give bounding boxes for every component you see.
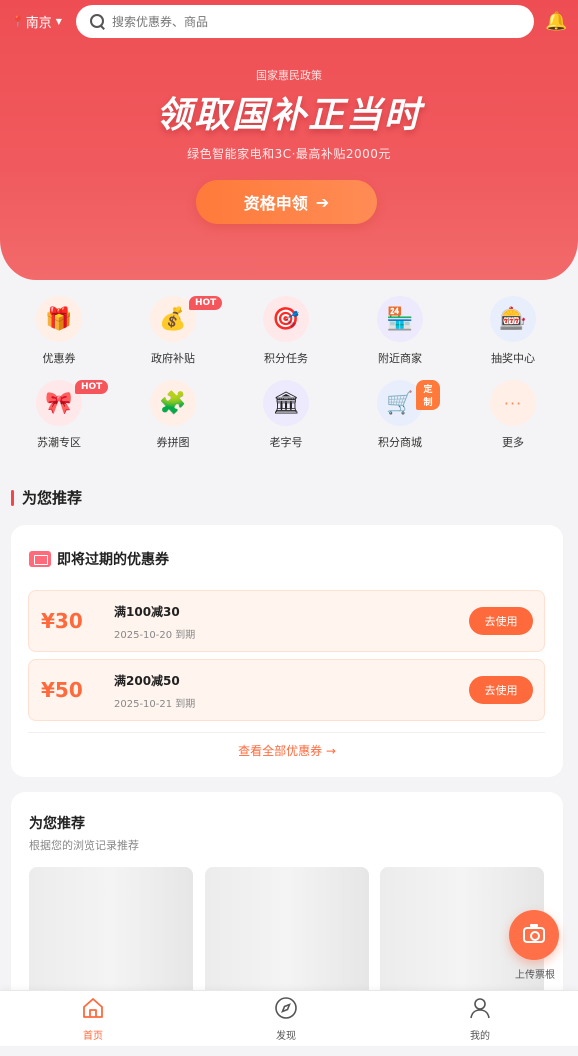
grid-item-label: 附近商家 bbox=[378, 352, 422, 365]
search-input[interactable] bbox=[112, 14, 492, 29]
badge-tag: HOT bbox=[189, 296, 223, 310]
recommend-title: 为您推荐 bbox=[29, 816, 85, 832]
grid-item[interactable]: 💰 政府补贴 HOT bbox=[133, 296, 223, 366]
coupon-condition: 满200减50 bbox=[114, 674, 180, 688]
section-title: 为您推荐 bbox=[11, 487, 82, 508]
hero-description: 绿色智能家电和3C·最高补贴2000元 bbox=[187, 147, 391, 161]
grid-item-label: 政府补贴 bbox=[151, 352, 195, 365]
slot-machine-icon: 🎰 bbox=[490, 296, 536, 342]
upload-ticket-button[interactable] bbox=[509, 910, 559, 960]
bottom-tab-bar: 首页 发现 我的 bbox=[0, 990, 578, 1046]
grid-item[interactable]: ··· 更多 bbox=[473, 380, 553, 450]
grid-item[interactable]: 🛒 积分商城 定制 bbox=[360, 380, 440, 450]
use-coupon-button[interactable]: 去使用 bbox=[469, 607, 533, 635]
grid-item[interactable]: 🎁 优惠券 bbox=[19, 296, 99, 366]
hero-subtitle: 国家惠民政策 bbox=[256, 69, 322, 82]
badge-tag: 定制 bbox=[416, 380, 440, 410]
coupon-amount: ¥30 bbox=[41, 609, 83, 633]
expiring-coupons-title: 即将过期的优惠券 bbox=[57, 552, 169, 568]
home-icon bbox=[83, 998, 103, 1018]
grid-item-label: 积分任务 bbox=[264, 352, 308, 365]
classical-building-icon: 🏛 bbox=[263, 380, 309, 426]
search-bar[interactable] bbox=[76, 5, 534, 38]
grid-item-label: 券拼图 bbox=[156, 436, 190, 449]
recommend-card: 为您推荐 根据您的浏览记录推荐 bbox=[11, 792, 563, 1022]
hero-title: 领取国补正当时 bbox=[155, 95, 422, 136]
city-name: 南京 bbox=[25, 16, 52, 31]
divider bbox=[28, 732, 545, 733]
use-coupon-button[interactable]: 去使用 bbox=[469, 676, 533, 704]
view-all-coupons-link[interactable]: 查看全部优惠券 → bbox=[11, 742, 563, 759]
section-title-text: 为您推荐 bbox=[22, 489, 83, 507]
badge-tag: HOT bbox=[75, 380, 109, 394]
grid-item[interactable]: 🧩 券拼图 bbox=[133, 380, 213, 450]
coupon-condition: 满100减30 bbox=[114, 605, 180, 619]
tab-profile[interactable]: 我的 bbox=[440, 996, 520, 1042]
grid-item[interactable]: 🎰 抽奖中心 bbox=[473, 296, 553, 366]
apply-button[interactable]: 资格申领 ➔ bbox=[196, 180, 377, 224]
grid-item-label: 更多 bbox=[502, 436, 524, 449]
tab-discover[interactable]: 发现 bbox=[246, 996, 326, 1042]
arrow-right-icon: ➔ bbox=[315, 192, 330, 212]
compass-icon bbox=[275, 997, 297, 1019]
coupon-expiry: 2025-10-20 到期 bbox=[114, 630, 196, 641]
expiring-coupons-header: 即将过期的优惠券 bbox=[29, 549, 169, 569]
top-bar: 📍 南京 ▼ 🔔 bbox=[0, 5, 578, 39]
grid-item-label: 积分商城 bbox=[378, 436, 422, 449]
page: 📍 南京 ▼ 🔔 国家惠民政策 领取国补正当时 绿色智能家电和3C·最高补贴20… bbox=[0, 0, 578, 1056]
grid-item-label: 苏潮专区 bbox=[37, 436, 81, 449]
grid-item-label: 抽奖中心 bbox=[491, 352, 535, 365]
tab-home-label: 首页 bbox=[83, 1031, 103, 1042]
section-accent-bar bbox=[11, 489, 14, 506]
ticket-icon bbox=[29, 551, 51, 567]
user-icon bbox=[470, 998, 490, 1019]
apply-button-label: 资格申领 bbox=[243, 194, 308, 213]
target-icon: 🎯 bbox=[263, 296, 309, 342]
gift-icon: 🎁 bbox=[36, 296, 82, 342]
bottom-safe-area bbox=[0, 1046, 578, 1056]
coupon-expiry: 2025-10-21 到期 bbox=[114, 699, 196, 710]
caret-down-icon: ▼ bbox=[55, 17, 62, 26]
tab-home[interactable]: 首页 bbox=[53, 996, 133, 1042]
grid-item-label: 优惠券 bbox=[42, 352, 76, 365]
grid-item-label: 老字号 bbox=[269, 436, 303, 449]
location-pin-icon: 📍 bbox=[11, 15, 25, 28]
search-icon bbox=[89, 13, 107, 31]
hero-banner: 📍 南京 ▼ 🔔 国家惠民政策 领取国补正当时 绿色智能家电和3C·最高补贴20… bbox=[0, 0, 578, 280]
grid-item[interactable]: 🏛 老字号 bbox=[246, 380, 326, 450]
grid-item[interactable]: 🎯 积分任务 bbox=[246, 296, 326, 366]
grid-item[interactable]: 🎀 苏潮专区 HOT bbox=[19, 380, 109, 450]
camera-icon bbox=[523, 924, 545, 943]
coupon-amount: ¥50 bbox=[41, 678, 83, 702]
expiring-coupons-card: 即将过期的优惠券 ¥30 满100减30 2025-10-20 到期 去使用 ¥… bbox=[11, 525, 563, 777]
city-selector[interactable]: 📍 南京 ▼ bbox=[11, 12, 62, 31]
store-icon: 🏪 bbox=[377, 296, 423, 342]
tab-profile-label: 我的 bbox=[470, 1031, 490, 1042]
coupon-item[interactable]: ¥30 满100减30 2025-10-20 到期 去使用 bbox=[28, 590, 545, 652]
tab-discover-label: 发现 bbox=[276, 1031, 296, 1042]
puzzle-icon: 🧩 bbox=[150, 380, 196, 426]
recommend-subtitle: 根据您的浏览记录推荐 bbox=[29, 839, 139, 852]
grid-item[interactable]: 🏪 附近商家 bbox=[360, 296, 440, 366]
more-dots-icon: ··· bbox=[490, 380, 536, 426]
coupon-item[interactable]: ¥50 满200减50 2025-10-21 到期 去使用 bbox=[28, 659, 545, 721]
bell-icon[interactable]: 🔔 bbox=[545, 11, 567, 32]
upload-ticket-label: 上传票根 bbox=[515, 970, 555, 981]
